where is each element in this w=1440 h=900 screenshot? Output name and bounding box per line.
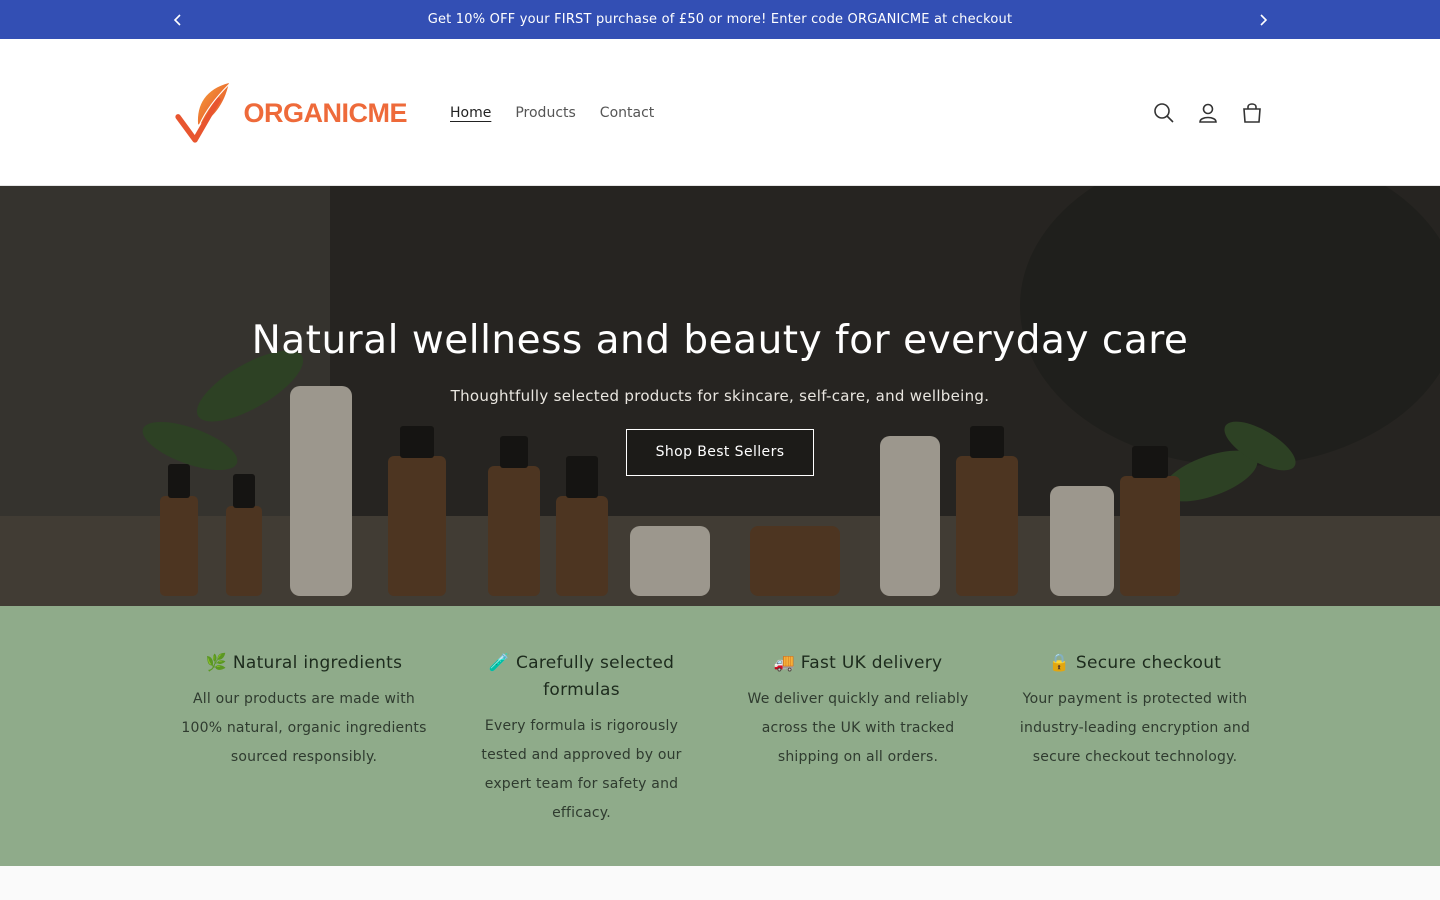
features-section: 🌿 Natural ingredients All our products a…	[0, 606, 1440, 866]
nav-item-home[interactable]: Home	[438, 105, 503, 121]
nav-item-products[interactable]: Products	[503, 105, 587, 121]
feature-fast-delivery: 🚚 Fast UK delivery We deliver quickly an…	[733, 650, 983, 772]
leaf-check-logo-icon	[175, 82, 230, 143]
announcement-prev-button[interactable]	[163, 0, 193, 39]
hero-subtitle: Thoughtfully selected products for skinc…	[450, 387, 990, 405]
feature-title: 🌿 Natural ingredients	[205, 653, 403, 673]
feature-title: 🔒 Secure checkout	[1048, 653, 1222, 673]
hero-title: Natural wellness and beauty for everyday…	[251, 318, 1189, 363]
chevron-left-icon	[173, 13, 181, 26]
site-header: ORGANICME Home Products Contact	[0, 39, 1440, 186]
next-section-edge	[0, 866, 1440, 900]
feature-title: 🚚 Fast UK delivery	[773, 653, 943, 673]
cart-button[interactable]	[1230, 91, 1274, 135]
nav-item-contact[interactable]: Contact	[588, 105, 666, 121]
account-icon	[1199, 103, 1217, 123]
feature-carefully-selected: 🧪 Carefully selected formulas Every form…	[474, 650, 689, 828]
hero-banner: Natural wellness and beauty for everyday…	[0, 186, 1440, 606]
hero-content: Natural wellness and beauty for everyday…	[0, 318, 1440, 476]
chevron-right-icon	[1260, 13, 1268, 26]
feature-text: Every formula is rigorously tested and a…	[481, 718, 682, 821]
search-icon	[1154, 102, 1174, 123]
lock-icon: 🔒	[1048, 653, 1071, 673]
feature-text: We deliver quickly and reliably across t…	[747, 691, 969, 765]
search-button[interactable]	[1142, 91, 1186, 135]
announcement-text: Get 10% OFF your FIRST purchase of £50 o…	[427, 12, 1013, 27]
feature-text: Your payment is protected with industry-…	[1019, 691, 1251, 765]
logo-wordmark: ORGANICME	[243, 97, 408, 128]
feature-secure-checkout: 🔒 Secure checkout Your payment is protec…	[1010, 650, 1260, 772]
announcement-next-button[interactable]	[1248, 0, 1278, 39]
truck-icon: 🚚	[773, 653, 796, 673]
feature-title: 🧪 Carefully selected formulas	[488, 653, 675, 700]
account-button[interactable]	[1186, 91, 1230, 135]
shop-best-sellers-button[interactable]: Shop Best Sellers	[625, 429, 815, 476]
feature-natural-ingredients: 🌿 Natural ingredients All our products a…	[179, 650, 429, 772]
main-nav: Home Products Contact	[438, 39, 666, 186]
leaf-icon: 🌿	[205, 653, 228, 673]
header-icons	[1142, 39, 1274, 186]
cart-icon	[1243, 102, 1261, 123]
test-tube-icon: 🧪	[488, 653, 511, 673]
announcement-bar: Get 10% OFF your FIRST purchase of £50 o…	[0, 0, 1440, 39]
site-logo[interactable]: ORGANICME	[175, 72, 407, 154]
feature-text: All our products are made with 100% natu…	[181, 691, 427, 765]
